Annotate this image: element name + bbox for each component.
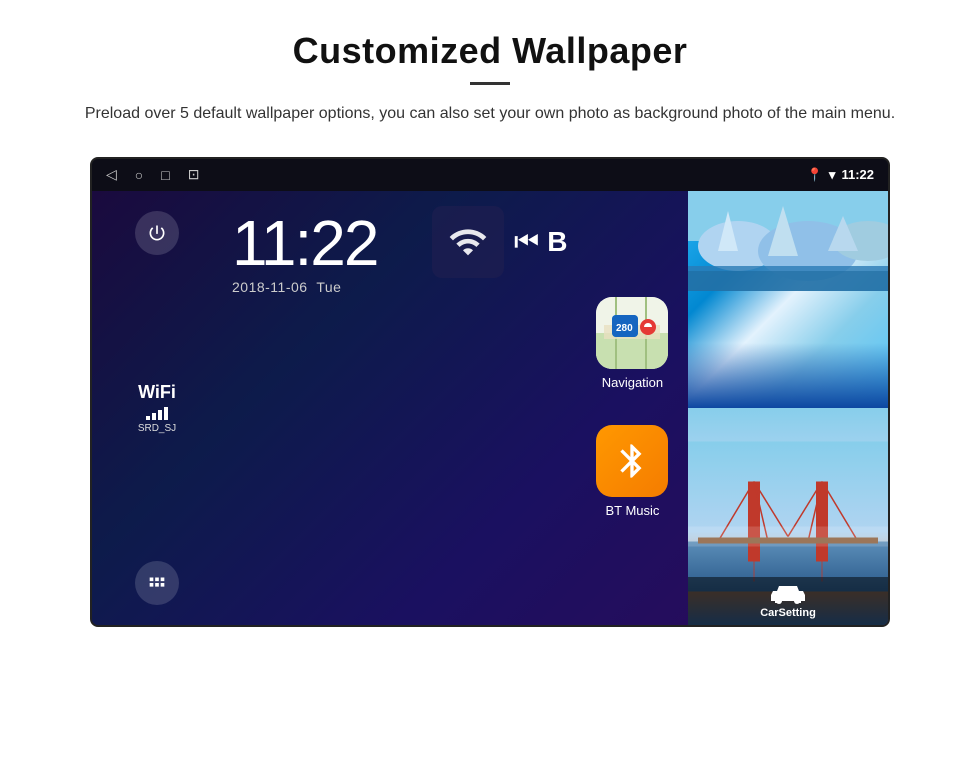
wifi-status-icon: ▾ xyxy=(829,167,836,183)
back-nav-icon[interactable]: ◁ xyxy=(106,166,117,183)
carsetting-label: CarSetting xyxy=(760,607,816,619)
btmusic-label: BT Music xyxy=(605,503,659,518)
wallpaper-thumb-ice[interactable] xyxy=(688,191,888,408)
title-divider xyxy=(470,82,510,85)
clock-date: 2018-11-06 Tue xyxy=(232,279,341,295)
location-icon: 📍 xyxy=(807,167,823,183)
wifi-bar-1 xyxy=(146,416,150,420)
status-bar-right: 📍 ▾ 11:22 xyxy=(807,167,874,183)
wallpaper-panel: CarSetting xyxy=(688,191,888,625)
recent-nav-icon[interactable]: □ xyxy=(161,167,169,183)
android-frame: ◁ ○ □ ⊡ 📍 ▾ 11:22 WiFi xyxy=(90,157,890,627)
navigation-icon: 280 xyxy=(596,297,668,369)
page-wrapper: Customized Wallpaper Preload over 5 defa… xyxy=(0,0,980,758)
carsetting-overlay: CarSetting xyxy=(688,577,888,625)
wifi-bar-3 xyxy=(158,410,162,420)
home-nav-icon[interactable]: ○ xyxy=(135,167,143,183)
status-bar: ◁ ○ □ ⊡ 📍 ▾ 11:22 xyxy=(92,159,888,191)
navigation-label: Navigation xyxy=(602,375,663,390)
wifi-bar-4 xyxy=(164,407,168,420)
playback-controls: ⏮ B xyxy=(514,206,567,259)
wifi-label: WiFi xyxy=(138,382,176,403)
main-area: WiFi SRD_SJ 11:22 xyxy=(92,191,888,625)
clock-area: 11:22 2018-11-06 Tue xyxy=(222,191,422,625)
svg-text:280: 280 xyxy=(616,323,633,334)
wallpaper-thumb-bridge[interactable]: CarSetting xyxy=(688,408,888,625)
status-time: 11:22 xyxy=(841,167,874,182)
btmusic-icon xyxy=(596,425,668,497)
wifi-widget: WiFi SRD_SJ xyxy=(138,382,176,434)
media-icon-box xyxy=(432,206,504,278)
status-bar-nav: ◁ ○ □ ⊡ xyxy=(106,166,199,183)
prev-track-icon[interactable]: ⏮ xyxy=(514,226,539,259)
screenshot-nav-icon[interactable]: ⊡ xyxy=(188,166,200,183)
all-apps-button[interactable] xyxy=(135,561,179,605)
app-item-navigation[interactable]: 280 Navigation xyxy=(577,284,687,404)
media-controls: ⏮ B xyxy=(422,191,567,625)
media-source-label: B xyxy=(547,226,567,258)
wifi-bar-2 xyxy=(152,413,156,420)
page-title: Customized Wallpaper xyxy=(293,30,688,72)
app-item-btmusic[interactable]: BT Music xyxy=(577,412,687,532)
wifi-ssid: SRD_SJ xyxy=(138,423,176,434)
left-sidebar: WiFi SRD_SJ xyxy=(92,191,222,625)
clock-time: 11:22 xyxy=(232,211,377,275)
page-description: Preload over 5 default wallpaper options… xyxy=(85,101,895,127)
wifi-bars xyxy=(146,406,168,420)
power-button[interactable] xyxy=(135,211,179,255)
